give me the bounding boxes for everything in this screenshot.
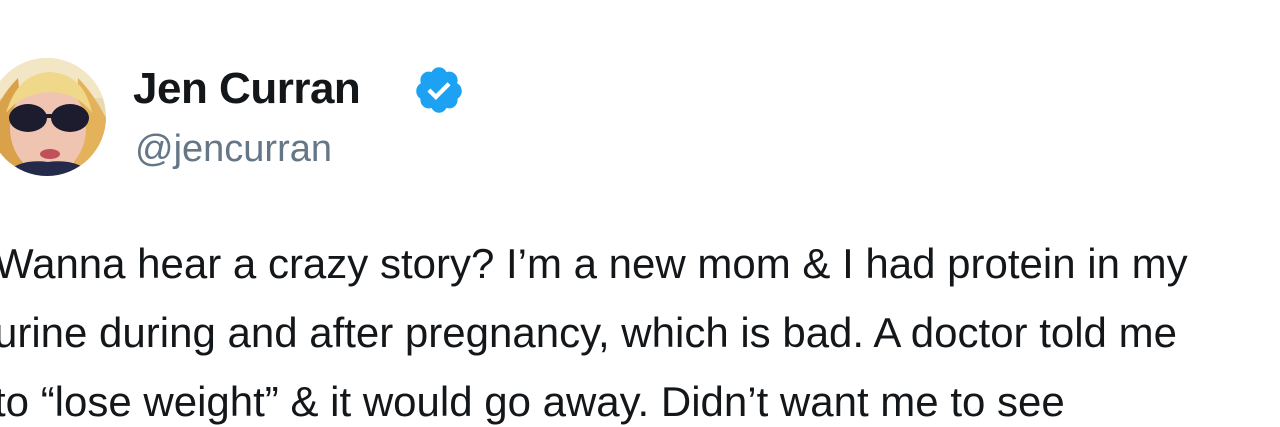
tweet-text: Wanna hear a crazy story? I’m a new mom … [0,229,1280,427]
tweet-text-line: Wanna hear a crazy story? I’m a new mom … [0,240,1188,287]
display-name[interactable]: Jen Curran [133,64,361,114]
tweet-text-line: to “lose weight” & it would go away. Did… [0,378,1065,425]
tweet-card: Jen Curran @jencurran Wanna hear a crazy… [0,0,1280,427]
profile-photo-icon [0,58,106,176]
avatar[interactable] [0,58,106,176]
verified-badge-icon [416,67,462,113]
tweet-text-line: urine during and after pregnancy, which … [0,309,1177,356]
user-handle[interactable]: @jencurran [135,128,332,171]
